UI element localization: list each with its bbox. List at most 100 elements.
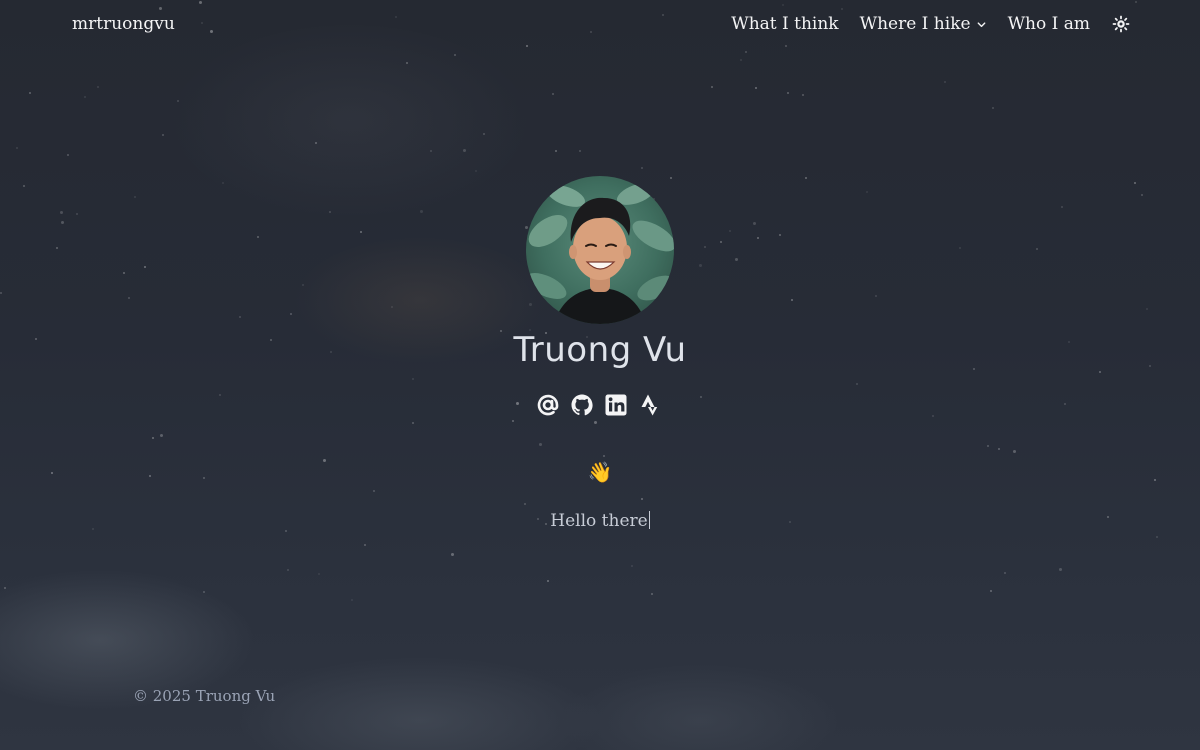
star [451, 553, 454, 556]
star [222, 182, 224, 184]
star [144, 266, 146, 268]
linkedin-icon[interactable] [604, 393, 628, 417]
star [84, 96, 86, 98]
star [67, 154, 69, 156]
background-night-sky [0, 0, 1200, 750]
star [257, 236, 259, 238]
star [802, 94, 804, 96]
star [998, 448, 1000, 450]
sun-icon[interactable] [1112, 15, 1130, 33]
star [1099, 371, 1101, 373]
star [364, 544, 366, 546]
star [97, 86, 99, 88]
star [875, 295, 877, 297]
star [152, 437, 154, 439]
star [134, 196, 136, 198]
star [1013, 450, 1016, 453]
star [1134, 182, 1136, 184]
social-links [536, 393, 662, 417]
profile-name: Truong Vu [513, 330, 687, 370]
typing-caret [648, 511, 650, 529]
greeting-text: Hello there [0, 511, 1200, 531]
star [412, 422, 414, 424]
star [56, 247, 58, 249]
star [757, 237, 759, 239]
nav-what-i-think-label: What I think [731, 14, 839, 34]
star [856, 383, 858, 385]
star [203, 591, 205, 593]
main-menu: What I think Where I hike Who I am [710, 14, 1130, 34]
star [1004, 572, 1006, 574]
site-footer: © 2025 Truong Vu [133, 687, 275, 705]
star [1156, 536, 1158, 538]
star [755, 87, 757, 89]
star [1061, 206, 1063, 208]
nav-who-i-am-label: Who I am [1007, 14, 1090, 34]
star [406, 62, 408, 64]
star [670, 177, 672, 179]
star [23, 185, 25, 187]
star [4, 587, 6, 589]
star [315, 142, 317, 144]
star [454, 54, 456, 56]
star [525, 226, 528, 229]
star [430, 150, 432, 152]
star [539, 443, 542, 446]
star [290, 313, 292, 315]
star [805, 177, 807, 179]
star [1036, 248, 1038, 250]
star [302, 284, 304, 286]
star [555, 150, 557, 152]
star [16, 147, 18, 149]
nav-where-i-hike-label: Where I hike [859, 14, 971, 34]
nav-where-i-hike[interactable]: Where I hike [860, 14, 987, 34]
star [351, 599, 353, 601]
star [162, 134, 164, 136]
star [76, 213, 78, 215]
star [239, 316, 241, 318]
star [524, 503, 526, 505]
star [579, 150, 581, 152]
star [944, 81, 946, 83]
star [329, 211, 331, 213]
profile-photo [526, 176, 674, 324]
star [475, 170, 477, 172]
star [959, 247, 961, 249]
star [516, 402, 519, 405]
star [779, 234, 781, 236]
star [1141, 194, 1143, 196]
star [631, 565, 633, 567]
star [0, 292, 2, 294]
star [29, 92, 31, 94]
star [547, 580, 549, 582]
star [641, 167, 643, 169]
site-brand-link[interactable]: mrtruongvu [72, 14, 175, 34]
site-header: mrtruongvu What I think Where I hike Who… [0, 0, 1200, 52]
nav-what-i-think[interactable]: What I think [731, 14, 838, 34]
star [160, 434, 163, 437]
strava-icon[interactable] [638, 393, 662, 417]
star [641, 498, 643, 500]
star [219, 394, 221, 396]
star [729, 230, 731, 232]
star [992, 107, 994, 109]
star [699, 264, 702, 267]
waving-hand-emoji: 👋 [587, 460, 613, 484]
star [720, 241, 722, 243]
star [787, 92, 789, 94]
at-email-icon[interactable] [536, 393, 560, 417]
star [866, 191, 868, 193]
star [735, 258, 738, 261]
star [463, 149, 466, 152]
nav-who-i-am[interactable]: Who I am [1008, 14, 1090, 34]
star [373, 490, 375, 492]
star [318, 573, 320, 575]
star [552, 93, 554, 95]
star [412, 378, 414, 380]
star [603, 455, 605, 457]
star [123, 272, 125, 274]
github-icon[interactable] [570, 393, 594, 417]
star [177, 100, 179, 102]
star [391, 306, 393, 308]
greeting-label: Hello there [550, 511, 648, 531]
